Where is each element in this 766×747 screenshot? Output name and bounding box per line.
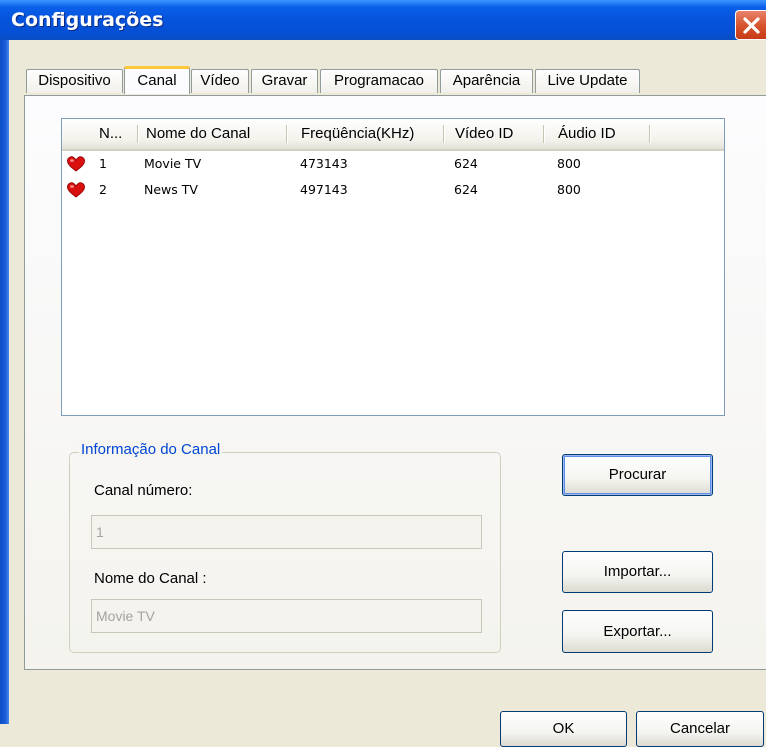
channel-number-label: Canal número: [94, 482, 193, 499]
tab-programacao[interactable]: Programacao [320, 69, 438, 93]
column-header-name[interactable]: Nome do Canal [138, 119, 285, 149]
tab-aparencia[interactable]: Aparência [440, 69, 533, 93]
channel-number: 1 [99, 156, 107, 171]
channel-name-field[interactable]: Movie TV [91, 599, 482, 633]
tab-gravar[interactable]: Gravar [251, 69, 318, 93]
channel-audio-id: 800 [557, 182, 581, 197]
tab-dispositivo[interactable]: Dispositivo [26, 69, 123, 93]
heart-icon [67, 156, 85, 172]
window-title: Configurações [11, 9, 164, 31]
channel-row[interactable]: 2 News TV 497143 624 800 [62, 177, 724, 203]
channel-video-id: 624 [454, 182, 478, 197]
channel-frequency: 497143 [300, 182, 348, 197]
ok-button[interactable]: OK [500, 711, 627, 747]
channel-list-header: N... Nome do Canal Freqüência(KHz) Vídeo… [62, 119, 724, 151]
title-bar: Configurações [0, 0, 766, 40]
cancel-button[interactable]: Cancelar [636, 711, 764, 747]
tab-canal[interactable]: Canal [124, 66, 190, 94]
tab-video[interactable]: Vídeo [191, 69, 249, 93]
column-header-frequency[interactable]: Freqüência(KHz) [293, 119, 452, 149]
channel-number: 2 [99, 182, 107, 197]
channel-list[interactable]: N... Nome do Canal Freqüência(KHz) Vídeo… [61, 118, 725, 416]
close-icon [743, 17, 760, 34]
column-separator[interactable] [286, 125, 288, 143]
column-separator[interactable] [649, 125, 651, 143]
close-button[interactable] [735, 10, 766, 40]
channel-info-group-title: Informação do Canal [79, 441, 223, 458]
export-button[interactable]: Exportar... [562, 610, 713, 653]
window-frame-left [0, 40, 9, 724]
channel-number-field[interactable]: 1 [91, 515, 482, 549]
column-separator[interactable] [443, 125, 445, 143]
channel-name: Movie TV [144, 156, 202, 171]
channel-name: News TV [144, 182, 198, 197]
import-button[interactable]: Importar... [562, 551, 713, 593]
search-button[interactable]: Procurar [562, 454, 713, 496]
column-header-video-id[interactable]: Vídeo ID [447, 119, 545, 149]
channel-video-id: 624 [454, 156, 478, 171]
column-separator[interactable] [543, 125, 545, 143]
channel-frequency: 473143 [300, 156, 348, 171]
channel-row[interactable]: 1 Movie TV 473143 624 800 [62, 151, 724, 177]
channel-name-label: Nome do Canal : [94, 570, 207, 587]
heart-icon [67, 182, 85, 198]
column-header-audio-id[interactable]: Áudio ID [550, 119, 650, 149]
channel-audio-id: 800 [557, 156, 581, 171]
tab-live-update[interactable]: Live Update [535, 69, 640, 93]
